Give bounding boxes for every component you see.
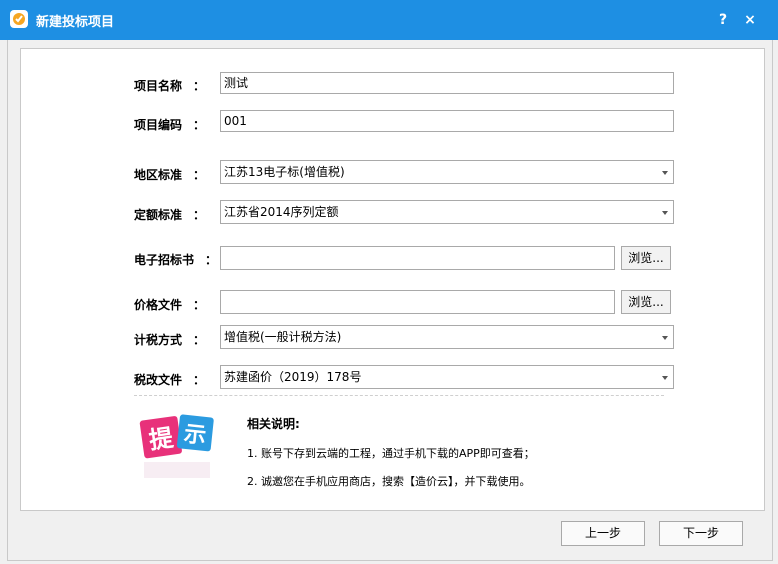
colon: ： bbox=[193, 208, 206, 222]
colon: ： bbox=[193, 118, 206, 132]
divider bbox=[134, 395, 664, 396]
prev-step-button[interactable]: 上一步 bbox=[561, 521, 645, 546]
tender-doc-label: 电子招标书 bbox=[134, 253, 195, 267]
project-name-input[interactable]: 测试 bbox=[220, 72, 674, 94]
price-file-browse-button[interactable]: 浏览... bbox=[621, 290, 671, 314]
tax-reform-doc-select[interactable]: 苏建函价（2019）178号 bbox=[220, 365, 674, 389]
next-step-button[interactable]: 下一步 bbox=[659, 521, 743, 546]
tip-icon-text: 提 bbox=[147, 423, 176, 454]
price-file-input[interactable] bbox=[220, 290, 615, 314]
close-button[interactable]: × bbox=[740, 10, 760, 30]
project-code-input[interactable]: 001 bbox=[220, 110, 674, 132]
tax-method-select[interactable]: 增值税(一般计税方法) bbox=[220, 325, 674, 349]
note-item: 2. 诚邀您在手机应用商店，搜索【造价云】，并下载使用。 bbox=[247, 475, 531, 488]
colon: ： bbox=[193, 333, 206, 347]
quota-standard-value: 江苏省2014序列定额 bbox=[224, 205, 339, 219]
colon: ： bbox=[205, 253, 218, 267]
chevron-down-icon bbox=[662, 211, 668, 215]
quota-standard-select[interactable]: 江苏省2014序列定额 bbox=[220, 200, 674, 224]
chevron-down-icon bbox=[662, 376, 668, 380]
tender-doc-browse-button[interactable]: 浏览... bbox=[621, 246, 671, 270]
colon: ： bbox=[193, 298, 206, 312]
title-bar: 新建投标项目 ? × bbox=[0, 0, 778, 40]
tax-reform-doc-value: 苏建函价（2019）178号 bbox=[224, 370, 362, 384]
tender-doc-input[interactable] bbox=[220, 246, 615, 270]
help-button[interactable]: ? bbox=[713, 10, 733, 30]
chevron-down-icon bbox=[662, 171, 668, 175]
colon: ： bbox=[193, 79, 206, 93]
colon: ： bbox=[193, 168, 206, 182]
note-item: 1. 账号下存到云端的工程，通过手机下载的APP即可查看； bbox=[247, 447, 535, 460]
tip-icon-text: 示 bbox=[183, 422, 208, 449]
app-logo-icon bbox=[10, 10, 28, 28]
window-title: 新建投标项目 bbox=[36, 15, 115, 30]
colon: ： bbox=[193, 373, 206, 387]
notes-title: 相关说明: bbox=[247, 417, 300, 431]
region-standard-value: 江苏13电子标(增值税) bbox=[224, 165, 345, 179]
tip-icon: 提 示 bbox=[138, 410, 218, 490]
tax-method-value: 增值税(一般计税方法) bbox=[224, 330, 342, 344]
region-standard-select[interactable]: 江苏13电子标(增值税) bbox=[220, 160, 674, 184]
chevron-down-icon bbox=[662, 336, 668, 340]
